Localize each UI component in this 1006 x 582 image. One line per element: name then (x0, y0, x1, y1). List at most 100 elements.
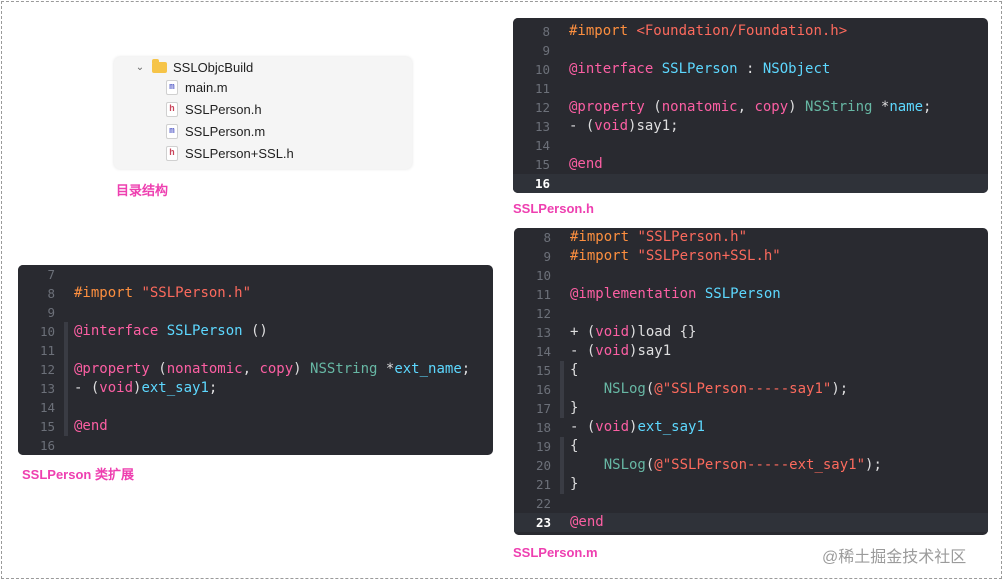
impl-caption: SSLPerson.m (513, 545, 598, 560)
code-line[interactable]: 13 + (void)load {} (514, 323, 988, 342)
code-text: #import "SSLPerson.h" (74, 284, 251, 303)
code-token: NSString (310, 361, 378, 377)
code-token: void (595, 343, 630, 359)
header-file-icon: h (166, 101, 178, 117)
folder-row[interactable]: ⌄ SSLObjcBuild (134, 57, 253, 77)
code-token: void (99, 380, 134, 396)
code-token: #import (74, 285, 142, 301)
code-text: #import "SSLPerson+SSL.h" (570, 247, 781, 266)
code-fold-ribbon[interactable] (64, 379, 68, 398)
code-token: * (377, 361, 395, 377)
code-line[interactable]: 23 @end (514, 513, 988, 532)
code-line[interactable]: 16 NSLog(@"SSLPerson-----say1"); (514, 380, 988, 399)
code-line[interactable]: 9 #import "SSLPerson+SSL.h" (514, 247, 988, 266)
code-line[interactable]: 10 @interface SSLPerson () (18, 322, 493, 341)
code-line[interactable]: 9 (18, 303, 493, 322)
code-line[interactable]: 15 { (514, 361, 988, 380)
code-fold-ribbon[interactable] (64, 341, 68, 360)
file-row-main-m[interactable]: m main.m (166, 77, 228, 97)
code-editor-sslperson-m[interactable]: 8 #import "SSLPerson.h" 9 #import "SSLPerso… (514, 228, 988, 535)
code-line[interactable]: 10 (514, 266, 988, 285)
code-line[interactable]: 17} (514, 399, 988, 418)
file-row-sslperson-m[interactable]: m SSLPerson.m (166, 121, 265, 141)
code-token: ; (208, 380, 218, 396)
code-text: @interface SSLPerson () (74, 322, 268, 341)
code-fold-ribbon[interactable] (64, 322, 68, 341)
file-row-sslperson-ssl-h[interactable]: h SSLPerson+SSL.h (166, 143, 294, 163)
objc-source-file-icon: m (166, 123, 178, 139)
code-fold-ribbon[interactable] (560, 437, 564, 456)
code-fold-ribbon[interactable] (560, 475, 564, 494)
code-token: "SSLPerson+SSL.h" (637, 248, 781, 264)
code-token: ext_say1 (637, 419, 705, 435)
line-number: 19 (535, 439, 551, 454)
code-token: @interface (569, 61, 662, 77)
line-number: 8 (543, 230, 551, 245)
code-fold-ribbon[interactable] (560, 380, 564, 399)
line-number: 15 (39, 419, 55, 434)
code-line[interactable]: 12 @property (nonatomic, copy) NSString *… (18, 360, 493, 379)
code-token: copy (259, 361, 294, 377)
code-text: { (570, 437, 578, 456)
code-line[interactable]: 14 - (void)say1 (514, 342, 988, 361)
code-line[interactable]: 11 @implementation SSLPerson (514, 285, 988, 304)
line-number: 10 (535, 268, 551, 283)
code-line[interactable]: 7 (18, 265, 493, 284)
code-text: NSLog(@"SSLPerson-----ext_say1"); (570, 456, 882, 475)
code-line[interactable]: 20 NSLog(@"SSLPerson-----ext_say1"); (514, 456, 988, 475)
code-editor-sslperson-h[interactable]: 8 #import <Foundation/Foundation.h> 9 10 @in… (513, 18, 988, 193)
tree-caption: 目录结构 (116, 183, 169, 198)
code-token: @interface (74, 323, 167, 339)
code-text: - (void)say1 (570, 342, 671, 361)
code-line[interactable]: 16 (18, 436, 493, 455)
file-row-sslperson-h[interactable]: h SSLPerson.h (166, 99, 262, 119)
code-token: @end (570, 514, 604, 530)
code-line[interactable]: 12 (514, 304, 988, 323)
code-line[interactable]: 14 (18, 398, 493, 417)
code-token: () (242, 323, 268, 339)
code-line[interactable]: 8 #import <Foundation/Foundation.h> (513, 22, 988, 41)
code-fold-ribbon[interactable] (560, 399, 564, 418)
code-token: ; (461, 361, 471, 377)
code-line[interactable]: 14 (513, 136, 988, 155)
extension-caption: SSLPerson 类扩展 (22, 467, 134, 482)
code-token: } (570, 400, 579, 416)
line-number: 10 (39, 324, 55, 339)
code-line[interactable]: 9 (513, 41, 988, 60)
code-line[interactable]: 10 @interface SSLPerson : NSObject (513, 60, 988, 79)
code-line[interactable]: 21} (514, 475, 988, 494)
line-number: 9 (543, 249, 551, 264)
code-fold-ribbon[interactable] (64, 360, 68, 379)
code-text: @end (569, 155, 603, 174)
code-token: NSString (805, 99, 873, 115)
code-token: copy (754, 99, 789, 115)
code-token: @"SSLPerson-----ext_say1" (654, 457, 866, 473)
code-fold-ribbon[interactable] (64, 398, 68, 417)
code-line[interactable]: 16 (513, 174, 988, 193)
code-line[interactable]: 13 - (void)ext_say1; (18, 379, 493, 398)
code-token: @property (569, 99, 654, 115)
code-fold-ribbon[interactable] (560, 361, 564, 380)
code-line[interactable]: 15 @end (513, 155, 988, 174)
line-number: 8 (47, 286, 55, 301)
chevron-down-icon[interactable]: ⌄ (134, 62, 146, 73)
code-line[interactable]: 11 (513, 79, 988, 98)
line-number: 12 (534, 100, 550, 115)
line-number: 9 (47, 305, 55, 320)
code-line[interactable]: 11 (18, 341, 493, 360)
code-fold-ribbon[interactable] (560, 456, 564, 475)
code-line[interactable]: 15 @end (18, 417, 493, 436)
code-line[interactable]: 18 - (void)ext_say1 (514, 418, 988, 437)
code-editor-extension[interactable]: 7 8 #import "SSLPerson.h" 9 10 @interface SSL… (18, 265, 493, 455)
code-line[interactable]: 13 - (void)say1; (513, 117, 988, 136)
code-line[interactable]: 12 @property (nonatomic, copy) NSString *… (513, 98, 988, 117)
code-token: * (872, 99, 890, 115)
code-fold-ribbon[interactable] (64, 417, 68, 436)
code-line[interactable]: 8 #import "SSLPerson.h" (514, 228, 988, 247)
code-line[interactable]: 8 #import "SSLPerson.h" (18, 284, 493, 303)
code-token: NSLog (570, 381, 646, 397)
code-line[interactable]: 22 (514, 494, 988, 513)
code-line[interactable]: 19 { (514, 437, 988, 456)
file-name: SSLPerson.m (185, 123, 266, 139)
line-number: 16 (535, 382, 551, 397)
